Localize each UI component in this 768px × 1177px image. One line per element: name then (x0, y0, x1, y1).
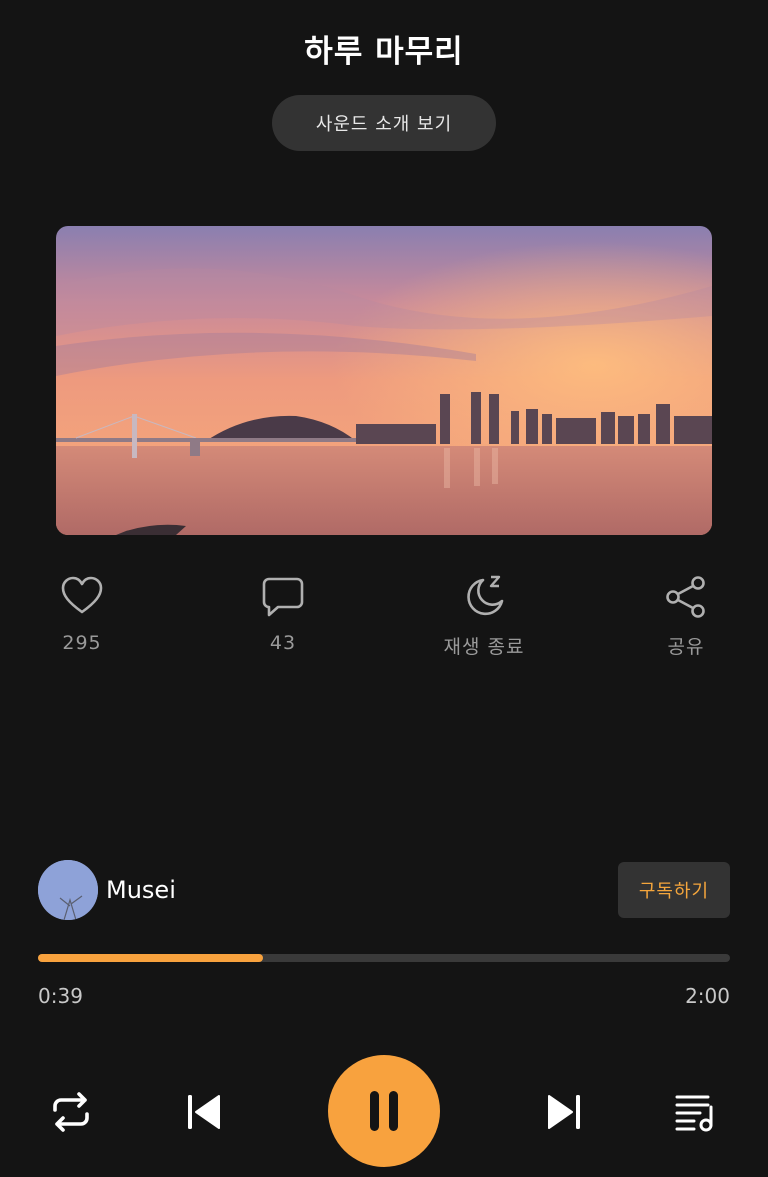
progress-bar[interactable] (38, 954, 730, 962)
like-button[interactable]: 295 (32, 574, 132, 654)
sleep-timer-button[interactable]: 재생 종료 (434, 574, 534, 659)
playback-controls (0, 1055, 768, 1167)
total-time: 2:00 (685, 984, 730, 1008)
progress-fill (38, 954, 263, 962)
current-time: 0:39 (38, 984, 83, 1008)
share-icon (666, 576, 705, 618)
creator-name[interactable]: Musei (106, 876, 176, 904)
sleep-timer-label: 재생 종료 (443, 636, 525, 658)
skip-next-icon (548, 1095, 580, 1129)
previous-button[interactable] (178, 1087, 228, 1137)
action-bar: 295 43 재생 종료 공유 (32, 574, 736, 664)
moon-sleep-icon (467, 575, 504, 616)
creator-row: Musei 구독하기 (38, 860, 730, 920)
like-count: 295 (62, 632, 102, 654)
player-screen: 하루 마무리 사운드 소개 보기 295 43 재생 종료 공유 Musei 구… (0, 0, 768, 1177)
repeat-button[interactable] (46, 1087, 96, 1137)
comment-icon (262, 577, 304, 617)
playlist-icon (675, 1095, 713, 1132)
heart-icon (61, 576, 103, 614)
pause-button[interactable] (328, 1055, 440, 1167)
cover-image (56, 226, 712, 535)
repeat-icon (53, 1092, 89, 1132)
next-button[interactable] (540, 1087, 590, 1137)
page-title: 하루 마무리 (304, 34, 464, 70)
avatar[interactable] (38, 860, 98, 920)
comment-button[interactable]: 43 (233, 574, 333, 654)
playlist-button[interactable] (670, 1087, 720, 1137)
subscribe-button[interactable]: 구독하기 (618, 862, 730, 918)
share-label: 공유 (667, 636, 705, 658)
comment-count: 43 (269, 632, 297, 654)
share-button[interactable]: 공유 (636, 574, 736, 659)
sound-intro-button[interactable]: 사운드 소개 보기 (272, 95, 496, 151)
skip-previous-icon (188, 1095, 220, 1129)
pause-icon (370, 1091, 398, 1131)
